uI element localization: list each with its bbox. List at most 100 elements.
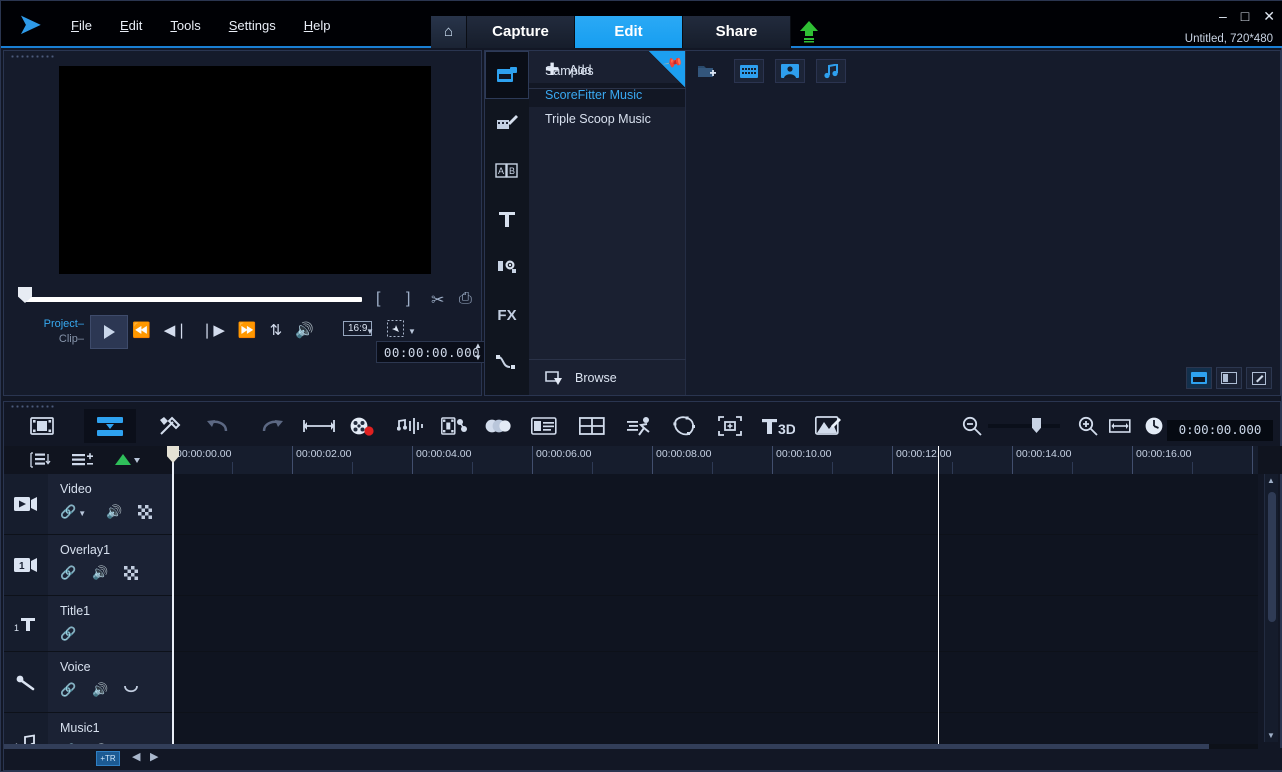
snapshot-icon[interactable]: ⎙ — [459, 290, 472, 308]
3d-title-icon[interactable]: 3D — [760, 410, 796, 442]
multi-camera-icon[interactable] — [576, 410, 608, 442]
motion-tracking-icon[interactable] — [624, 410, 656, 442]
add-track-button[interactable]: +TR — [96, 751, 120, 766]
track-lane-music1[interactable] — [172, 713, 1258, 744]
mute-icon[interactable]: 🔊 — [92, 682, 108, 698]
clip-mode-button[interactable]: Clip– — [32, 332, 84, 347]
fit-window-icon[interactable] — [1104, 410, 1136, 442]
track-lane-overlay1[interactable] — [172, 535, 1258, 595]
repeat-icon[interactable]: ⇅ — [270, 322, 283, 340]
aspect-ratio-caret-icon[interactable]: ▼ — [366, 327, 374, 336]
mute-icon[interactable]: 🔊 — [92, 565, 108, 581]
library-nav-path[interactable] — [485, 339, 529, 387]
track-lane-voice[interactable] — [172, 652, 1258, 712]
mark-in-button[interactable]: [ — [376, 290, 380, 308]
maximize-button[interactable]: □ — [1241, 9, 1249, 23]
mute-icon[interactable]: 🔊 — [106, 504, 122, 520]
track-header-voice[interactable]: Voice 🔗 🔊 — [48, 652, 172, 712]
paint-creator-icon[interactable] — [812, 410, 844, 442]
previous-frame-icon[interactable]: ◀❘ — [164, 322, 188, 340]
link-icon[interactable]: 🔗 — [60, 626, 76, 642]
selection-tool-caret-icon[interactable]: ▼ — [408, 327, 416, 336]
timeline-horizontal-scrollbar[interactable] — [4, 744, 1258, 749]
link-icon[interactable]: 🔗 — [60, 682, 76, 698]
record-capture-icon[interactable] — [346, 410, 378, 442]
scrubber-track[interactable] — [24, 297, 362, 302]
selection-tool-button[interactable] — [387, 320, 404, 337]
zoom-in-icon[interactable] — [1072, 410, 1104, 442]
menu-item-edit[interactable]: Edit — [106, 15, 156, 36]
library-nav-fx[interactable]: FX — [485, 291, 529, 339]
audio-mixer-icon[interactable] — [394, 410, 426, 442]
scroll-right-icon[interactable]: ▶ — [150, 750, 158, 763]
library-nav-titles[interactable] — [485, 195, 529, 243]
timeline-timecode[interactable]: 0:00:00.000 — [1167, 420, 1273, 441]
editor-panel-button[interactable] — [1246, 367, 1272, 389]
play-button[interactable] — [90, 315, 128, 349]
track-header-title1[interactable]: Title1 🔗 — [48, 596, 172, 651]
scroll-left-icon[interactable]: ◀ — [132, 750, 140, 763]
menu-item-help[interactable]: Help — [290, 15, 345, 36]
close-button[interactable]: ✕ — [1263, 9, 1275, 23]
minimize-button[interactable]: – — [1219, 9, 1227, 23]
zoom-out-icon[interactable] — [956, 410, 988, 442]
timeline-zoom-thumb[interactable] — [1032, 418, 1041, 433]
scroll-down-icon[interactable]: ▼ — [1267, 731, 1275, 740]
volume-icon[interactable]: 🔊 — [295, 322, 314, 340]
checker-icon[interactable] — [138, 505, 152, 519]
library-nav-graphics[interactable] — [485, 243, 529, 291]
pin-icon[interactable]: 📌 — [649, 51, 685, 87]
library-content-area[interactable] — [686, 91, 1280, 395]
tab-capture[interactable]: Capture — [467, 16, 575, 48]
chapter-point-icon[interactable] — [114, 452, 140, 468]
library-browse-button[interactable]: Browse — [529, 359, 686, 395]
filter-video-button[interactable] — [734, 59, 764, 83]
library-item-triple-scoop-music[interactable]: Triple Scoop Music — [529, 107, 685, 131]
horizontal-scroll-thumb[interactable] — [4, 744, 1209, 749]
timeline-zoom-track[interactable] — [988, 424, 1060, 428]
add-folder-icon[interactable] — [694, 59, 720, 83]
next-frame-icon[interactable]: ❘▶ — [201, 322, 225, 340]
vertical-scroll-thumb[interactable] — [1268, 492, 1276, 622]
ducking-icon[interactable] — [482, 410, 514, 442]
options-panel-button[interactable] — [1216, 367, 1242, 389]
menu-item-settings[interactable]: Settings — [215, 15, 290, 36]
undo-icon[interactable] — [202, 410, 234, 442]
filter-audio-button[interactable] — [816, 59, 846, 83]
subtitle-editor-icon[interactable] — [528, 410, 560, 442]
track-lane-video[interactable] — [172, 474, 1258, 534]
mask-creator-icon[interactable] — [668, 410, 700, 442]
timeline-view-icon[interactable] — [84, 409, 136, 443]
fit-project-icon[interactable] — [298, 410, 340, 442]
home-button[interactable]: ⌂ — [431, 16, 467, 48]
library-panel-button[interactable] — [1186, 367, 1212, 389]
project-mode-button[interactable]: Project– — [32, 317, 84, 332]
multi-trim-icon[interactable] — [438, 410, 470, 442]
library-nav-transitions[interactable]: A B — [485, 147, 529, 195]
track-header-music1[interactable]: Music1 🔗 🔊 — [48, 713, 172, 744]
track-manager-icon[interactable] — [30, 452, 52, 468]
scroll-up-icon[interactable]: ▲ — [1267, 476, 1275, 485]
pan-zoom-icon[interactable] — [714, 410, 746, 442]
checker-icon[interactable] — [124, 566, 138, 580]
tab-edit[interactable]: Edit — [575, 16, 683, 48]
video-preview-surface[interactable] — [59, 66, 431, 274]
clock-icon[interactable] — [1138, 410, 1170, 442]
tab-share[interactable]: Share — [683, 16, 791, 48]
menu-item-tools[interactable]: Tools — [156, 15, 214, 36]
track-header-overlay1[interactable]: Overlay1 🔗 🔊 — [48, 535, 172, 595]
link-icon[interactable]: 🔗 — [60, 565, 76, 581]
library-nav-instant-project[interactable] — [485, 99, 529, 147]
timeline-ruler[interactable]: 00:00:00.00 00:00:02.00 00:00:04.00 00:0… — [172, 446, 1258, 474]
menu-item-file[interactable]: File — [57, 15, 106, 36]
jump-start-icon[interactable]: ⏪ — [132, 322, 151, 340]
split-clip-icon[interactable]: ✂ — [431, 290, 444, 310]
mix-tools-icon[interactable] — [154, 410, 186, 442]
mark-out-button[interactable]: ] — [406, 290, 410, 308]
redo-icon[interactable] — [256, 410, 288, 442]
filter-photo-button[interactable] — [775, 59, 805, 83]
envelope-icon[interactable] — [124, 685, 138, 695]
upload-button[interactable] — [796, 19, 824, 45]
link-caret-icon[interactable]: ▼ — [78, 509, 86, 518]
track-header-video[interactable]: Video 🔗▼ 🔊 — [48, 474, 172, 534]
